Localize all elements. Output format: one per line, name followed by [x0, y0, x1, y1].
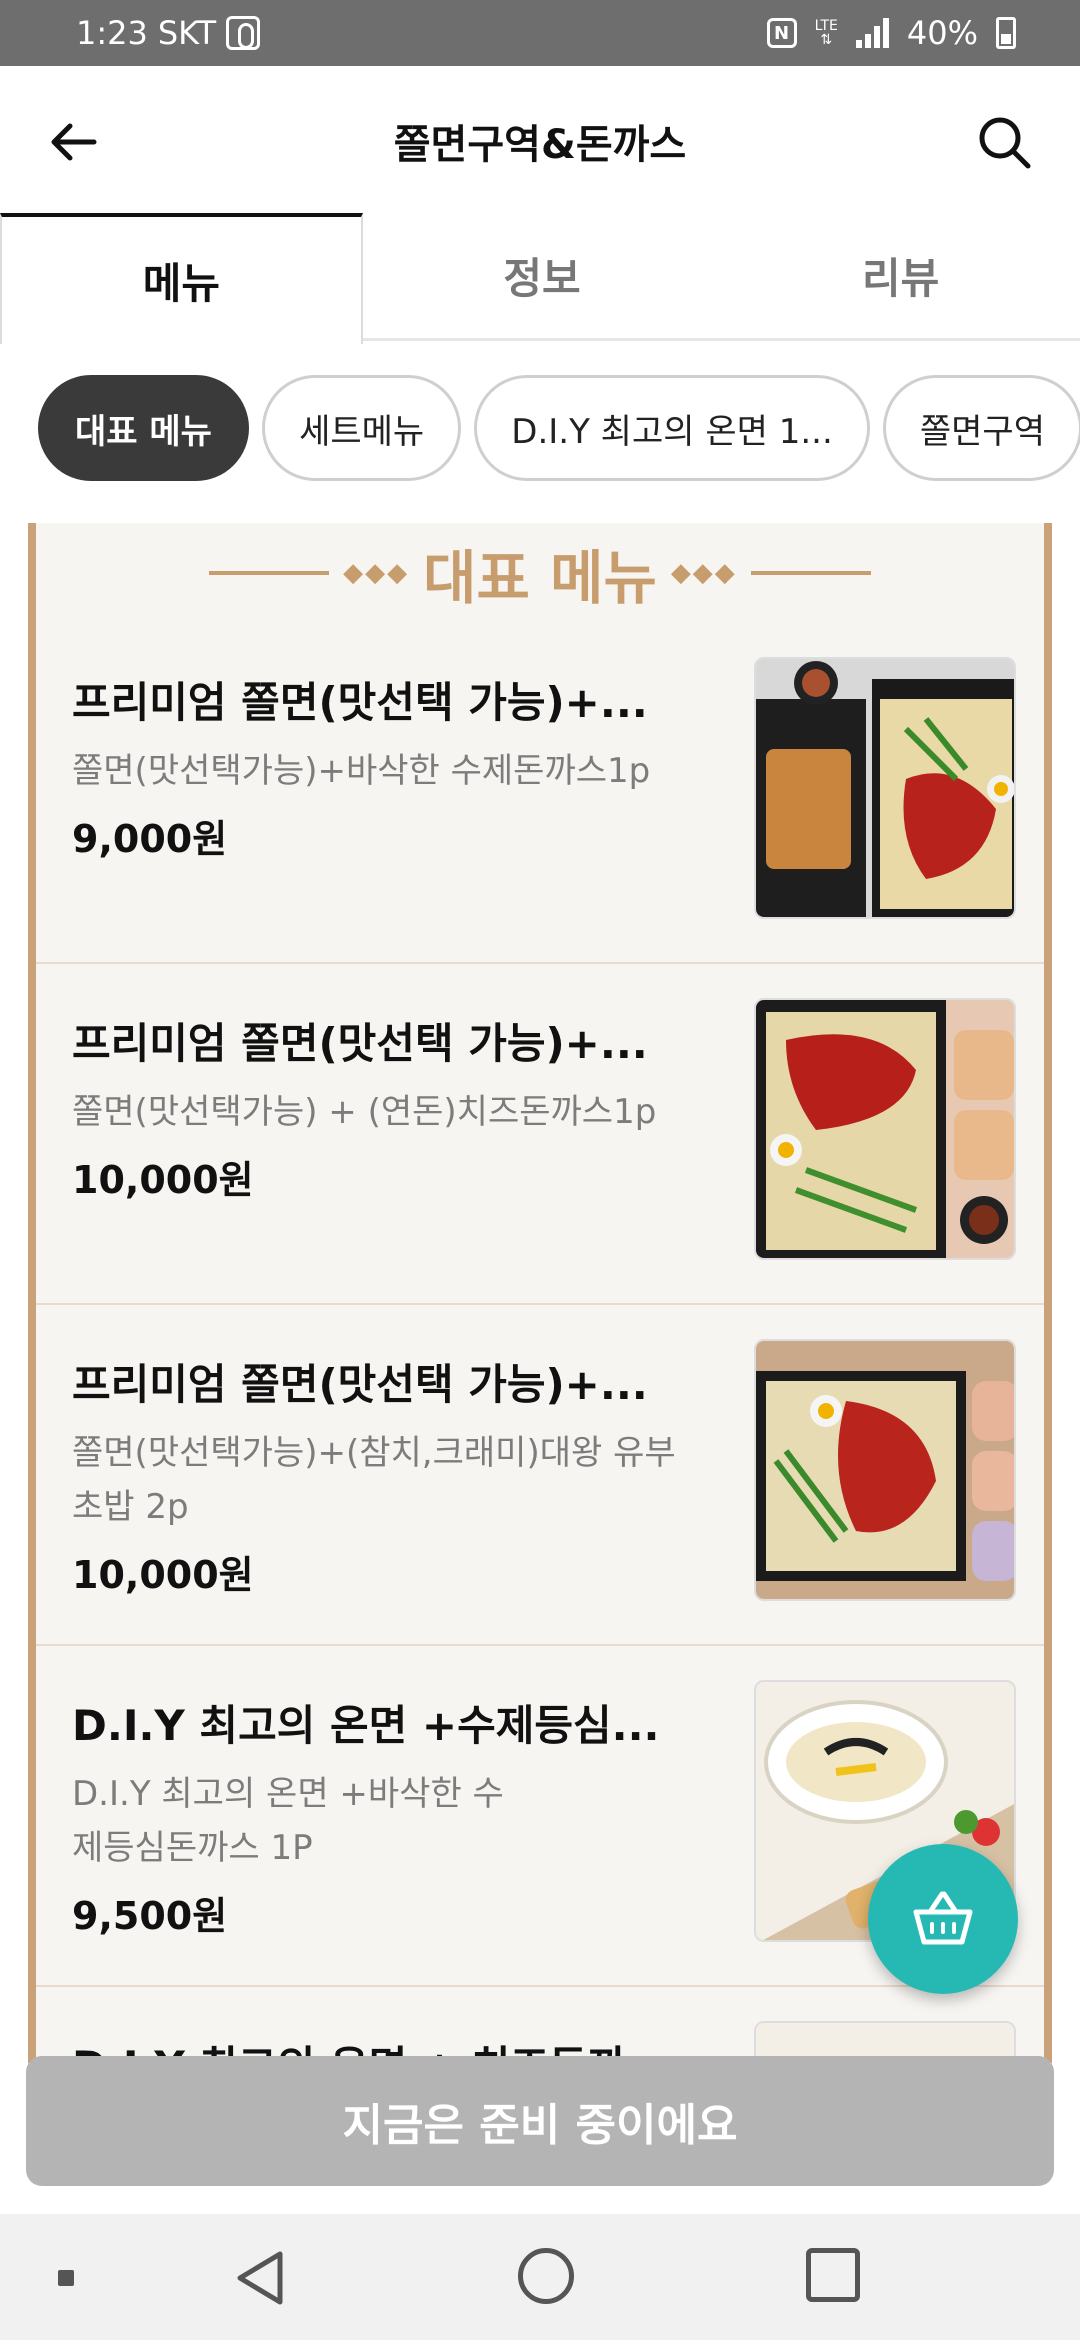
chip-jjolmyeon-zone[interactable]: 쫄면구역 [882, 375, 1080, 481]
battery-percent: 40% [906, 14, 978, 52]
menu-item-price: 9,000원 [72, 817, 228, 861]
section-deco-diamonds: ◆◆◆ [670, 558, 737, 588]
tab-menu[interactable]: 메뉴 [0, 213, 363, 344]
nav-recents-button[interactable] [806, 2248, 860, 2302]
menu-item-desc: 쫄면(맛선택가능)+(참치,크래미)대왕 유부초밥 2p [72, 1433, 676, 1527]
system-nav-bar [0, 2214, 1080, 2340]
menu-item-text: D.I.Y 최고의 온면 +수제등심... D.I.Y 최고의 온면 +바삭한 … [72, 1692, 722, 1940]
carrier-app-icon [226, 16, 261, 50]
status-left: 1:23 SKT [76, 14, 261, 52]
section-deco-line [209, 571, 330, 575]
basket-icon [913, 1891, 973, 1945]
menu-item-photo [754, 998, 1016, 1260]
chip-signature-menu[interactable]: 대표 메뉴 [38, 375, 249, 481]
search-button[interactable] [974, 112, 1034, 172]
status-bar: 1:23 SKT N LTE ⇅ 40% [0, 0, 1080, 66]
nav-home-button[interactable] [518, 2248, 574, 2304]
network-type: LTE [814, 18, 838, 34]
food-photo-yubu-chobap [756, 1341, 1014, 1599]
arrow-left-icon [51, 123, 97, 161]
tab-bar: 메뉴 정보 리뷰 [0, 213, 1080, 344]
category-chips: 대표 메뉴 세트메뉴 D.I.Y 최고의 온면 1... 쫄면구역 [0, 375, 1080, 485]
battery-icon [996, 17, 1016, 49]
menu-panel: ◆◆◆ 대표 메뉴 ◆◆◆ 프리미엄 쫄면(맛선택 가능)+... 쫄면(맛선택… [28, 523, 1052, 2063]
section-title: 대표 메뉴 [423, 544, 657, 612]
search-icon [979, 117, 1031, 169]
tab-info[interactable]: 정보 [363, 213, 722, 338]
menu-item-name: D.I.Y 최고의 온면 +수제등심... [72, 1701, 660, 1750]
nfc-icon: N [766, 18, 797, 48]
status-right: N LTE ⇅ 40% [766, 14, 1016, 52]
cart-button[interactable] [868, 1844, 1018, 1994]
menu-item-photo [754, 1339, 1016, 1601]
menu-item-desc: 쫄면(맛선택가능)+바삭한 수제돈까스1p [72, 751, 651, 791]
back-button[interactable] [46, 114, 102, 170]
section-header: ◆◆◆ 대표 메뉴 ◆◆◆ [36, 523, 1044, 623]
food-photo-cheese-donkatsu [756, 1000, 1014, 1258]
section-deco-line [750, 571, 871, 575]
menu-item-price: 9,500원 [72, 1894, 228, 1938]
signal-icon [855, 18, 889, 48]
preparing-button[interactable]: 지금은 준비 중이에요 [26, 2056, 1054, 2186]
menu-item[interactable]: 프리미엄 쫄면(맛선택 가능)+... 쫄면(맛선택가능)+(참치,크래미)대왕… [36, 1305, 1044, 1646]
menu-item-name: 프리미엄 쫄면(맛선택 가능)+... [72, 678, 648, 727]
menu-item[interactable]: D.I.Y 최고의 온면 + 치즈돈까 [36, 1987, 1044, 2063]
menu-item-name: 프리미엄 쫄면(맛선택 가능)+... [72, 1360, 648, 1409]
menu-item[interactable]: 프리미엄 쫄면(맛선택 가능)+... 쫄면(맛선택가능)+바삭한 수제돈까스1… [36, 623, 1044, 964]
menu-item-text: 프리미엄 쫄면(맛선택 가능)+... 쫄면(맛선택가능) + (연돈)치즈돈까… [72, 1010, 722, 1204]
nav-back-button[interactable] [232, 2248, 288, 2312]
app-header: 쫄면구역&돈까스 [0, 66, 1080, 216]
chip-set-menu[interactable]: 세트메뉴 [262, 375, 462, 481]
menu-item[interactable]: 프리미엄 쫄면(맛선택 가능)+... 쫄면(맛선택가능) + (연돈)치즈돈까… [36, 964, 1044, 1305]
nav-dot-indicator [58, 2270, 74, 2286]
menu-item-photo [754, 657, 1016, 919]
triangle-back-icon [237, 2251, 283, 2305]
chip-diy-onmyeon[interactable]: D.I.Y 최고의 온면 1... [474, 375, 870, 481]
menu-item-price: 10,000원 [72, 1553, 254, 1597]
section-deco-diamonds: ◆◆◆ [343, 558, 410, 588]
page-title: 쫄면구역&돈까스 [393, 122, 687, 168]
status-carrier: SKT [157, 14, 217, 52]
menu-item-text: 프리미엄 쫄면(맛선택 가능)+... 쫄면(맛선택가능)+(참치,크래미)대왕… [72, 1351, 722, 1599]
status-time: 1:23 [76, 14, 148, 52]
menu-item-price: 10,000원 [72, 1158, 254, 1202]
menu-item-desc: D.I.Y 최고의 온면 +바삭한 수제등심돈까스 1P [72, 1774, 504, 1868]
menu-item-name: 프리미엄 쫄면(맛선택 가능)+... [72, 1019, 648, 1068]
menu-item-text: 프리미엄 쫄면(맛선택 가능)+... 쫄면(맛선택가능)+바삭한 수제돈까스1… [72, 669, 722, 863]
tab-reviews[interactable]: 리뷰 [721, 213, 1080, 338]
lte-icon: LTE ⇅ [814, 18, 838, 48]
menu-item-desc: 쫄면(맛선택가능) + (연돈)치즈돈까스1p [72, 1092, 657, 1132]
food-photo-jjolmyeon-donkatsu [756, 659, 1014, 917]
